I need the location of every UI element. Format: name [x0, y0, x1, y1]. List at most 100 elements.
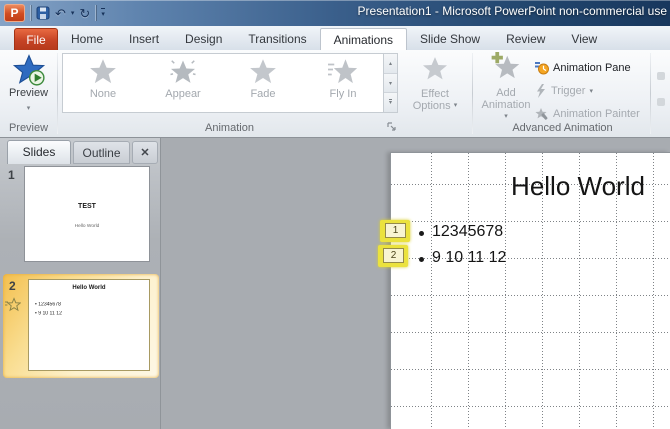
group-label-animation: Animation	[57, 122, 402, 134]
powerpoint-window: P ↶ ▾ ↻ ▾ Presentation1 - Microsoft Powe…	[0, 0, 670, 429]
slide-2-thumb-bullet: • 12345678	[35, 302, 61, 307]
animation-tag-2[interactable]: 2	[383, 248, 404, 263]
trigger-lightning-icon	[535, 84, 547, 98]
animation-pane-label: Animation Pane	[553, 62, 631, 74]
add-animation-label: Add	[479, 87, 533, 99]
gallery-item-label: Appear	[165, 88, 200, 100]
star-sparks-icon	[168, 57, 198, 87]
preview-button-label: Preview	[6, 87, 51, 99]
animation-pane-button[interactable]: Animation Pane	[535, 58, 631, 77]
window-title: Presentation1 - Microsoft PowerPoint non…	[358, 4, 667, 18]
clipped-ribbon-item	[657, 98, 665, 106]
tab-file[interactable]: File	[14, 28, 58, 50]
animation-painter-icon	[535, 107, 549, 121]
clipped-ribbon-item	[657, 72, 665, 80]
gallery-item-label: Fly In	[330, 88, 357, 100]
animation-painter-label: Animation Painter	[553, 108, 640, 120]
tab-slide-show[interactable]: Slide Show	[407, 28, 493, 50]
undo-icon[interactable]: ↶	[55, 7, 66, 20]
gallery-scroll-up-button[interactable]: ▴	[384, 54, 397, 74]
close-panel-button[interactable]: ✕	[132, 141, 158, 164]
animation-pane-icon	[535, 61, 549, 75]
gallery-more-button[interactable]: ▾	[384, 93, 397, 112]
tab-transitions[interactable]: Transitions	[235, 28, 319, 50]
gallery-scrollbar: ▴ ▾ ▾	[384, 53, 398, 113]
star-motion-icon	[328, 57, 358, 87]
dropdown-arrow-icon: ▾	[504, 113, 508, 120]
slide-title-text[interactable]: Hello World	[503, 171, 653, 202]
dropdown-arrow-icon: ▾	[454, 102, 458, 109]
star-icon	[248, 57, 278, 87]
bullet-text[interactable]: 12345678	[432, 223, 503, 241]
add-animation-label2: Animation ▾	[479, 99, 533, 123]
powerpoint-logo-icon[interactable]: P	[4, 4, 25, 22]
grid-line-horizontal	[391, 221, 670, 222]
dropdown-arrow-icon: ▾	[589, 87, 593, 95]
group-preview: Preview ▾ Preview	[0, 50, 57, 137]
gallery-scroll-down-button[interactable]: ▾	[384, 74, 397, 94]
save-icon[interactable]	[36, 6, 50, 20]
trigger-label: Trigger	[551, 85, 585, 97]
slide-2-thumb-bullet: • 9 10 11 12	[35, 311, 62, 316]
effect-options-button[interactable]: Effect Options ▾	[403, 50, 467, 137]
bullet-dot	[419, 231, 424, 236]
group-label-preview: Preview	[0, 122, 57, 134]
slide-1-number: 1	[8, 168, 15, 182]
slide-2-selected-highlight: 2 Hello World • 12345678 • 9 10 11 12	[3, 274, 159, 378]
tab-design[interactable]: Design	[172, 28, 235, 50]
grid-line-horizontal	[391, 406, 670, 407]
grid-line-horizontal	[391, 295, 670, 296]
divider	[472, 53, 473, 134]
tab-animations[interactable]: Animations	[320, 28, 407, 50]
tab-slides[interactable]: Slides	[7, 140, 71, 164]
divider	[95, 5, 96, 21]
gallery-item-label: Fade	[250, 88, 275, 100]
slide-2-thumbnail[interactable]: Hello World • 12345678 • 9 10 11 12	[28, 279, 150, 371]
effect-options-label2: Options ▾	[403, 100, 467, 112]
add-animation-button[interactable]: Add Animation ▾	[479, 52, 533, 123]
quick-access-toolbar: P ↶ ▾ ↻ ▾	[4, 2, 105, 24]
tab-insert[interactable]: Insert	[116, 28, 172, 50]
undo-dropdown-icon[interactable]: ▾	[71, 9, 75, 17]
slides-panel: Slides Outline ✕ 1 TEST Hello World 2 He…	[0, 138, 161, 429]
grid-line-vertical	[653, 153, 654, 429]
gallery-item-appear[interactable]: Appear	[143, 54, 223, 112]
play-animations-indicator-icon[interactable]	[5, 297, 21, 313]
trigger-button[interactable]: Trigger ▾	[535, 81, 593, 100]
bullet-dot	[419, 257, 424, 262]
preview-button[interactable]: Preview ▾	[6, 53, 51, 115]
slide-2-number: 2	[9, 279, 16, 293]
ribbon-tab-row: File Home Insert Design Transitions Anim…	[0, 26, 670, 50]
gallery-item-none[interactable]: None	[63, 54, 143, 112]
customize-quick-access-icon[interactable]: ▾	[101, 8, 105, 18]
tab-outline[interactable]: Outline	[73, 141, 130, 164]
group-advanced-animation: Add Animation ▾ Animation Pane	[475, 50, 650, 137]
animation-gallery: None Appear Fade	[62, 53, 384, 113]
tab-review[interactable]: Review	[493, 28, 558, 50]
ribbon-animations: Preview ▾ Preview None	[0, 50, 670, 138]
slides-panel-tabs: Slides Outline ✕	[0, 140, 160, 164]
bullet-text[interactable]: 9 10 11 12	[432, 249, 506, 267]
grid-line-horizontal	[391, 369, 670, 370]
slide-1-thumbnail[interactable]: TEST Hello World	[24, 166, 150, 262]
gallery-item-fade[interactable]: Fade	[223, 54, 303, 112]
tab-view[interactable]: View	[558, 28, 610, 50]
animation-tag-1[interactable]: 1	[385, 223, 406, 238]
animation-painter-button[interactable]: Animation Painter	[535, 104, 640, 123]
dropdown-arrow-icon: ▾	[27, 105, 31, 112]
divider	[650, 53, 651, 134]
grid-line-vertical	[431, 153, 432, 429]
gallery-item-fly-in[interactable]: Fly In	[303, 54, 383, 112]
star-icon	[421, 55, 449, 83]
effect-options-label: Effect	[403, 88, 467, 100]
tab-home[interactable]: Home	[58, 28, 116, 50]
grid-line-horizontal	[391, 332, 670, 333]
slide-2-thumb-title: Hello World	[29, 285, 149, 291]
star-plus-icon	[491, 52, 521, 82]
redo-icon[interactable]: ↻	[79, 7, 90, 20]
slide-1-thumb-subtitle: Hello World	[37, 224, 136, 229]
gallery-item-label: None	[90, 88, 116, 100]
title-bar: P ↶ ▾ ↻ ▾ Presentation1 - Microsoft Powe…	[0, 0, 670, 26]
preview-star-play-icon	[12, 53, 46, 87]
slide-canvas[interactable]: Hello World 1 12345678 2 9 10 11 12	[390, 152, 670, 429]
